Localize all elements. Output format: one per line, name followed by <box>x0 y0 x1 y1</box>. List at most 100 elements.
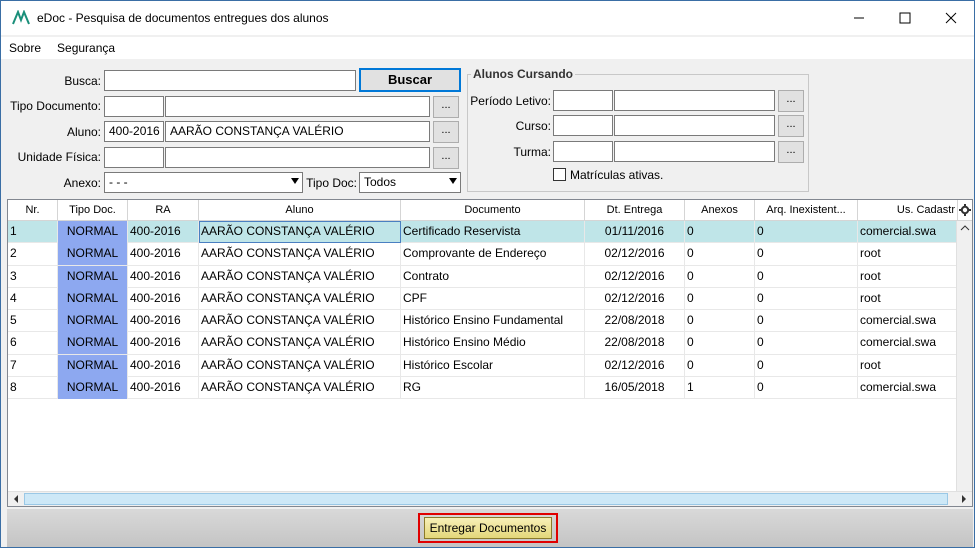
cell-us[interactable]: root <box>858 243 958 266</box>
periodo-letivo-code-input[interactable] <box>553 90 613 111</box>
unidade-lookup-button[interactable]: ... <box>433 147 459 169</box>
cell-ra[interactable]: 400-2016 <box>128 243 199 266</box>
turma-code-input[interactable] <box>553 141 613 162</box>
tipo-documento-lookup-button[interactable]: ... <box>433 96 459 118</box>
cell-documento[interactable]: Histórico Escolar <box>401 354 585 377</box>
aluno-name-input[interactable]: AARÃO CONSTANÇA VALÉRIO <box>165 121 430 142</box>
cell-dt[interactable]: 02/12/2016 <box>585 287 685 310</box>
cell-arq[interactable]: 0 <box>755 332 858 355</box>
table-row[interactable]: 8 NORMAL 400-2016 AARÃO CONSTANÇA VALÉRIO RG… <box>8 377 958 400</box>
cell-anexos[interactable]: 0 <box>685 221 755 243</box>
cell-documento[interactable]: CPF <box>401 287 585 310</box>
cell-nr[interactable]: 4 <box>8 287 58 310</box>
cell-aluno[interactable]: AARÃO CONSTANÇA VALÉRIO <box>199 377 401 400</box>
periodo-letivo-lookup-button[interactable]: ... <box>778 90 804 112</box>
cell-anexos[interactable]: 0 <box>685 265 755 288</box>
column-header-tipo-doc[interactable]: Tipo Doc. <box>58 200 128 221</box>
entregar-documentos-button[interactable]: Entregar Documentos <box>424 517 552 539</box>
cell-arq[interactable]: 0 <box>755 354 858 377</box>
table-row[interactable]: 2 NORMAL 400-2016 AARÃO CONSTANÇA VALÉRIO Co… <box>8 243 958 266</box>
scroll-left-icon[interactable] <box>9 492 23 506</box>
scroll-right-icon[interactable] <box>957 492 971 506</box>
menu-sobre[interactable]: Sobre <box>9 41 41 55</box>
column-header-ra[interactable]: RA <box>128 200 199 221</box>
cell-nr[interactable]: 3 <box>8 265 58 288</box>
cell-anexos[interactable]: 0 <box>685 287 755 310</box>
aluno-code-input[interactable]: 400-2016 <box>104 121 164 142</box>
cell-us[interactable]: comercial.swa <box>858 332 958 355</box>
maximize-button[interactable] <box>882 1 928 35</box>
unidade-code-input[interactable] <box>104 147 164 168</box>
cell-aluno[interactable]: AARÃO CONSTANÇA VALÉRIO <box>199 221 401 243</box>
table-row[interactable]: 4 NORMAL 400-2016 AARÃO CONSTANÇA VALÉRIO CP… <box>8 287 958 311</box>
close-button[interactable] <box>928 1 974 35</box>
cell-nr[interactable]: 6 <box>8 332 58 355</box>
cell-aluno[interactable]: AARÃO CONSTANÇA VALÉRIO <box>199 310 401 333</box>
column-header-us-cadastro[interactable]: Us. Cadastr <box>858 200 958 221</box>
cell-anexos[interactable]: 1 <box>685 377 755 400</box>
tipo-documento-name-input[interactable] <box>165 96 430 117</box>
cell-anexos[interactable]: 0 <box>685 310 755 333</box>
cell-tipo[interactable]: NORMAL <box>58 243 128 266</box>
cell-arq[interactable]: 0 <box>755 287 858 310</box>
cell-tipo[interactable]: NORMAL <box>58 221 128 243</box>
cell-ra[interactable]: 400-2016 <box>128 332 199 355</box>
cell-arq[interactable]: 0 <box>755 265 858 288</box>
matriculas-ativas-checkbox[interactable] <box>553 168 566 181</box>
buscar-button[interactable]: Buscar <box>359 68 461 92</box>
cell-documento[interactable]: Comprovante de Endereço <box>401 243 585 266</box>
tipo-doc-select[interactable]: Todos <box>359 172 461 193</box>
cell-nr[interactable]: 1 <box>8 221 58 243</box>
cell-tipo[interactable]: NORMAL <box>58 265 128 288</box>
cell-arq[interactable]: 0 <box>755 310 858 333</box>
menu-seguranca[interactable]: Segurança <box>57 41 115 55</box>
unidade-name-input[interactable] <box>165 147 430 168</box>
cell-nr[interactable]: 2 <box>8 243 58 266</box>
cell-dt[interactable]: 22/08/2018 <box>585 310 685 333</box>
cell-dt[interactable]: 16/05/2018 <box>585 377 685 400</box>
cell-dt[interactable]: 01/11/2016 <box>585 221 685 243</box>
column-header-anexos[interactable]: Anexos <box>685 200 755 221</box>
cell-nr[interactable]: 8 <box>8 377 58 400</box>
cell-aluno[interactable]: AARÃO CONSTANÇA VALÉRIO <box>199 332 401 355</box>
cell-nr[interactable]: 7 <box>8 354 58 377</box>
table-row[interactable]: 5 NORMAL 400-2016 AARÃO CONSTANÇA VALÉRIO Hi… <box>8 310 958 333</box>
cell-documento[interactable]: Histórico Ensino Fundamental <box>401 310 585 333</box>
cell-aluno[interactable]: AARÃO CONSTANÇA VALÉRIO <box>199 287 401 310</box>
column-header-arq-inexistentes[interactable]: Arq. Inexistent... <box>755 200 858 221</box>
aluno-lookup-button[interactable]: ... <box>433 121 459 143</box>
vertical-scrollbar[interactable] <box>956 221 972 492</box>
cell-tipo[interactable]: NORMAL <box>58 287 128 310</box>
anexo-select[interactable]: - - - <box>104 172 303 193</box>
cell-tipo[interactable]: NORMAL <box>58 332 128 355</box>
curso-name-input[interactable] <box>614 115 775 136</box>
cell-ra[interactable]: 400-2016 <box>128 287 199 310</box>
column-header-dt-entrega[interactable]: Dt. Entrega <box>585 200 685 221</box>
table-row[interactable]: 1 NORMAL 400-2016 AARÃO CONSTANÇA VALÉRIO Ce… <box>8 221 958 244</box>
cell-aluno[interactable]: AARÃO CONSTANÇA VALÉRIO <box>199 265 401 288</box>
column-header-nr[interactable]: Nr. <box>8 200 58 221</box>
cell-ra[interactable]: 400-2016 <box>128 221 199 243</box>
cell-us[interactable]: root <box>858 287 958 310</box>
cell-documento[interactable]: Contrato <box>401 265 585 288</box>
cell-ra[interactable]: 400-2016 <box>128 310 199 333</box>
table-row[interactable]: 7 NORMAL 400-2016 AARÃO CONSTANÇA VALÉRIO Hi… <box>8 354 958 378</box>
cell-us[interactable]: comercial.swa <box>858 310 958 333</box>
tipo-documento-code-input[interactable] <box>104 96 164 117</box>
cell-ra[interactable]: 400-2016 <box>128 354 199 377</box>
column-header-aluno[interactable]: Aluno <box>199 200 401 221</box>
cell-tipo[interactable]: NORMAL <box>58 377 128 400</box>
minimize-button[interactable] <box>836 1 882 35</box>
cell-anexos[interactable]: 0 <box>685 354 755 377</box>
cell-us[interactable]: root <box>858 354 958 377</box>
grid-settings-button[interactable] <box>958 200 972 221</box>
cell-us[interactable]: root <box>858 265 958 288</box>
cell-us[interactable]: comercial.swa <box>858 221 958 243</box>
column-header-documento[interactable]: Documento <box>401 200 585 221</box>
cell-documento[interactable]: RG <box>401 377 585 400</box>
cell-nr[interactable]: 5 <box>8 310 58 333</box>
cell-ra[interactable]: 400-2016 <box>128 377 199 400</box>
cell-arq[interactable]: 0 <box>755 221 858 243</box>
horizontal-scrollbar[interactable] <box>8 491 972 506</box>
table-row[interactable]: 3 NORMAL 400-2016 AARÃO CONSTANÇA VALÉRIO Co… <box>8 265 958 288</box>
